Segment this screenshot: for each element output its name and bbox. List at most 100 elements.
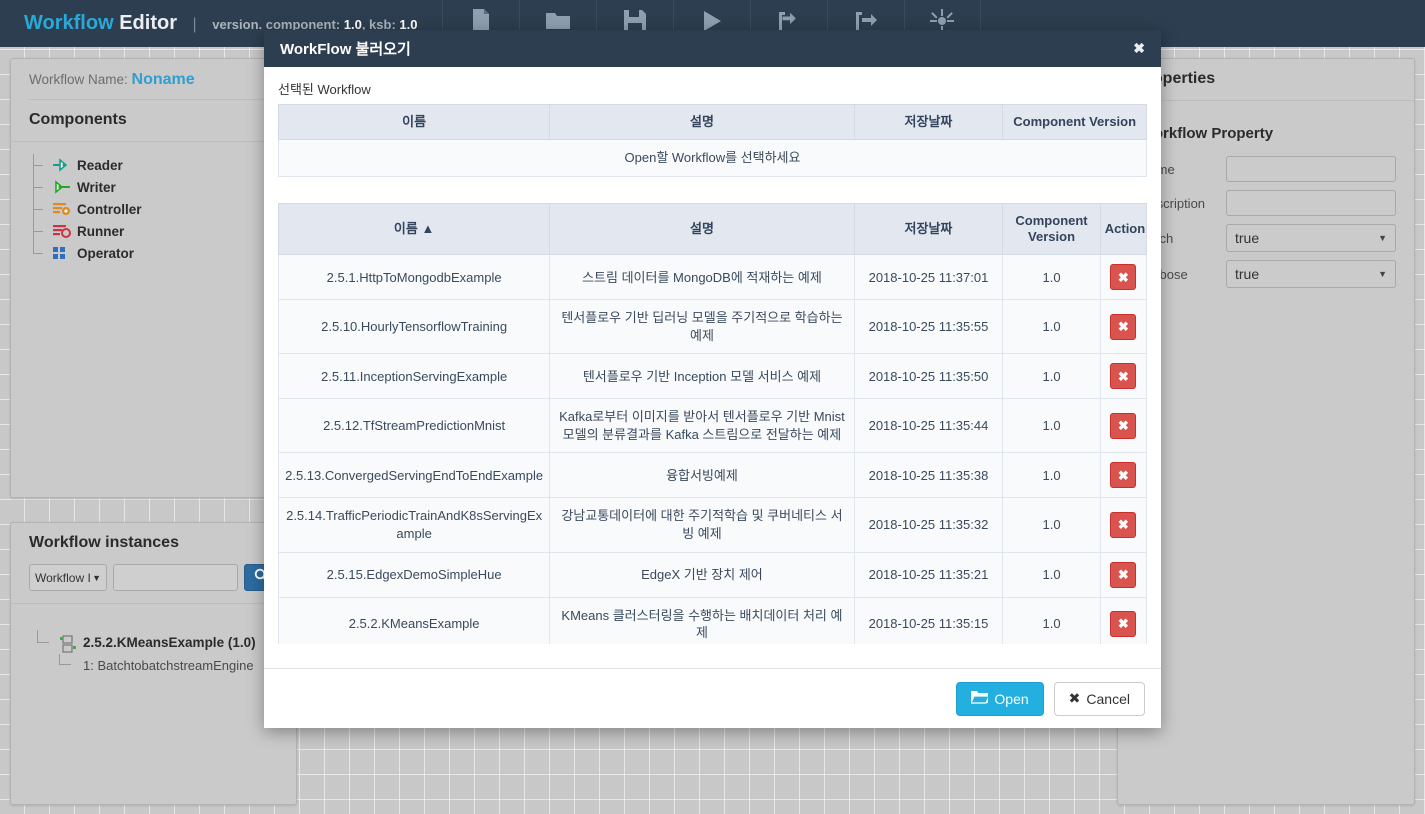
cell-component-version: 1.0	[1002, 254, 1101, 301]
column-header-action: Action	[1099, 202, 1147, 256]
cell-description: 융합서빙예제	[549, 452, 855, 499]
cell-saved-date: 2018-10-25 11:37:01	[853, 254, 1004, 301]
open-button-label: Open	[994, 690, 1029, 707]
close-icon[interactable]: ✖	[1133, 40, 1145, 57]
property-row-description: Description	[1118, 190, 1414, 224]
instance-root-label: 2.5.2.KMeansExample (1.0)	[83, 634, 256, 650]
delete-workflow-button[interactable]: ✖	[1110, 412, 1137, 439]
workflow-verbose-select[interactable]: true ▼	[1226, 260, 1396, 288]
workflow-open-dialog: WorkFlow 불러오기 ✖ 선택된 Workflow 이름 설명 저장날짜 …	[264, 30, 1161, 728]
table-row[interactable]: 2.5.2.KMeansExample KMeans 클러스터링을 수행하는 배치…	[278, 596, 1147, 644]
cell-saved-date: 2018-10-25 11:35:15	[853, 596, 1004, 644]
instance-child-label: 1: BatchtobatchstreamEngine	[83, 657, 254, 673]
column-header-name[interactable]: 이름	[277, 103, 551, 141]
cancel-button[interactable]: ✖ Cancel	[1053, 681, 1145, 716]
workflow-batch-select[interactable]: true ▼	[1226, 224, 1396, 252]
brand-separator: |	[192, 16, 197, 33]
components-panel-title: Components	[29, 111, 127, 128]
column-header-description[interactable]: 설명	[549, 202, 855, 256]
dialog-body: 선택된 Workflow 이름 설명 저장날짜 Component Versio…	[264, 67, 1161, 668]
chevron-down-icon: ▼	[1378, 269, 1387, 279]
workflow-list-body: 2.5.1.HttpToMongodbExample 스트림 데이터를 Mongo…	[278, 254, 1147, 644]
cell-saved-date: 2018-10-25 11:35:50	[853, 353, 1004, 400]
instance-filter-select[interactable]: Workflow I ▼	[29, 564, 107, 591]
instance-search-input[interactable]	[113, 564, 238, 591]
tree-item-label: Controller	[77, 201, 142, 217]
cell-workflow-name: 2.5.13.ConvergedServingEndToEndExample	[278, 452, 551, 499]
cell-saved-date: 2018-10-25 11:35:44	[853, 398, 1004, 454]
tree-item-runner[interactable]: Runner	[33, 220, 296, 242]
table-row[interactable]: 2.5.13.ConvergedServingEndToEndExample 융합…	[278, 452, 1147, 499]
delete-workflow-button[interactable]: ✖	[1110, 462, 1137, 489]
column-header-description[interactable]: 설명	[549, 103, 855, 141]
delete-workflow-button[interactable]: ✖	[1110, 611, 1137, 638]
cell-component-version: 1.0	[1002, 353, 1101, 400]
cell-action: ✖	[1099, 452, 1147, 499]
selected-workflow-label: 선택된 Workflow	[278, 82, 371, 97]
instance-tree-child[interactable]: 1: BatchtobatchstreamEngine	[37, 654, 296, 676]
column-header-component-version[interactable]: Component Version	[1002, 103, 1147, 141]
tree-item-label: Runner	[77, 223, 125, 239]
chevron-down-icon: ▼	[1378, 233, 1387, 243]
workflow-list-scroll[interactable]: 이름 ▲ 설명 저장날짜 Component Version Action 2.…	[278, 202, 1147, 644]
instance-tree-root[interactable]: 2.5.2.KMeansExample (1.0)	[37, 630, 296, 654]
property-row-batch: Batch true ▼	[1118, 224, 1414, 260]
column-header-saved-date[interactable]: 저장날짜	[853, 202, 1004, 256]
cell-workflow-name: 2.5.2.KMeansExample	[278, 596, 551, 644]
writer-icon	[53, 180, 71, 194]
cell-action: ✖	[1099, 596, 1147, 644]
tree-item-label: Operator	[77, 245, 135, 261]
workflow-name-row: Workflow Name: Noname	[29, 71, 278, 99]
table-row[interactable]: 2.5.10.HourlyTensorflowTraining 텐서플로우 기반 …	[278, 299, 1147, 355]
cell-description: Kafka로부터 이미지를 받아서 텐서플로우 기반 Mnist 모델의 분류결…	[549, 398, 855, 454]
workflow-list-table: 이름 ▲ 설명 저장날짜 Component Version Action 2.…	[278, 202, 1147, 644]
cell-workflow-name: 2.5.15.EdgexDemoSimpleHue	[278, 551, 551, 598]
tree-item-controller[interactable]: Controller	[33, 198, 296, 220]
table-row[interactable]: 2.5.12.TfStreamPredictionMnist Kafka로부터 이…	[278, 398, 1147, 454]
brand-secondary: Editor	[119, 12, 177, 34]
cell-action: ✖	[1099, 398, 1147, 454]
workflow-name-label: Workflow Name:	[29, 72, 128, 87]
cell-workflow-name: 2.5.14.TrafficPeriodicTrainAndK8sServing…	[278, 497, 551, 553]
property-row-verbose: Verbose true ▼	[1118, 260, 1414, 296]
selected-empty-row: Open할 Workflow를 선택하세요	[278, 139, 1147, 177]
cell-description: 텐서플로우 기반 딥러닝 모델을 주기적으로 학습하는 예제	[549, 299, 855, 355]
column-header-component-version[interactable]: Component Version	[1002, 202, 1101, 256]
table-header-row: 이름 설명 저장날짜 Component Version	[277, 103, 1147, 141]
delete-workflow-button[interactable]: ✖	[1110, 264, 1137, 291]
table-row[interactable]: 2.5.11.InceptionServingExample 텐서플로우 기반 I…	[278, 353, 1147, 400]
properties-panel-body: Workflow Property Name Description Batch…	[1118, 100, 1414, 296]
delete-workflow-button[interactable]: ✖	[1110, 313, 1137, 340]
open-button[interactable]: Open	[956, 681, 1044, 716]
column-header-saved-date[interactable]: 저장날짜	[853, 103, 1004, 141]
workflow-list-region: 이름 ▲ 설명 저장날짜 Component Version Action 2.…	[278, 202, 1147, 644]
workflow-instance-icon	[59, 635, 77, 653]
properties-panel: Properties Workflow Property Name Descri…	[1117, 58, 1415, 805]
delete-workflow-button[interactable]: ✖	[1110, 512, 1137, 539]
cell-component-version: 1.0	[1002, 452, 1101, 499]
table-row[interactable]: 2.5.14.TrafficPeriodicTrainAndK8sServing…	[278, 497, 1147, 553]
selected-empty-message: Open할 Workflow를 선택하세요	[278, 139, 1147, 177]
delete-workflow-button[interactable]: ✖	[1110, 561, 1137, 588]
selected-workflow-table: 이름 설명 저장날짜 Component Version Open할 Workf…	[277, 103, 1147, 177]
tree-item-operator[interactable]: Operator	[33, 242, 296, 264]
cell-description: EdgeX 기반 장치 제어	[549, 551, 855, 598]
cell-workflow-name: 2.5.10.HourlyTensorflowTraining	[278, 299, 551, 355]
cell-action: ✖	[1099, 353, 1147, 400]
tree-item-label: Writer	[77, 179, 116, 195]
components-panel: Workflow Name: Noname Components Reader …	[10, 58, 297, 498]
cell-description: KMeans 클러스터링을 수행하는 배치데이터 처리 예제	[549, 596, 855, 644]
workflow-name-field[interactable]	[1226, 156, 1396, 182]
workflow-description-field[interactable]	[1226, 190, 1396, 216]
cell-description: 강남교통데이터에 대한 주기적학습 및 쿠버네티스 서빙 예제	[549, 497, 855, 553]
instances-tree: 2.5.2.KMeansExample (1.0) 1: Batchtobatc…	[11, 616, 296, 676]
tree-item-reader[interactable]: Reader	[33, 154, 296, 176]
instance-filter-value: Workflow I	[35, 570, 91, 585]
column-header-name[interactable]: 이름 ▲	[278, 202, 551, 256]
workflow-name-value: Noname	[131, 71, 195, 88]
table-row[interactable]: 2.5.1.HttpToMongodbExample 스트림 데이터를 Mongo…	[278, 254, 1147, 301]
tree-item-writer[interactable]: Writer	[33, 176, 296, 198]
delete-workflow-button[interactable]: ✖	[1110, 363, 1137, 390]
brand-primary: Workflow	[24, 12, 114, 34]
table-row[interactable]: 2.5.15.EdgexDemoSimpleHue EdgeX 기반 장치 제어 2…	[278, 551, 1147, 598]
